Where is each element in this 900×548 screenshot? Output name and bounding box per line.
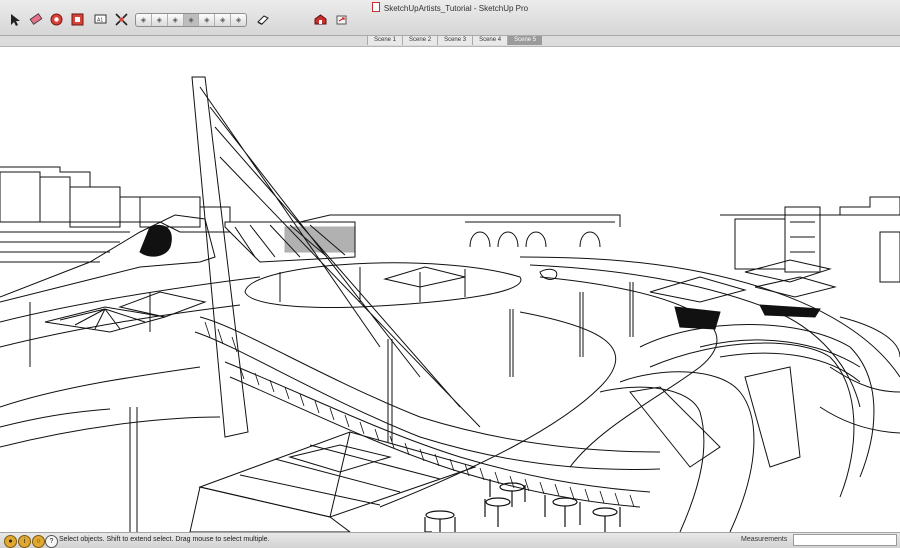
warehouse-tool-button[interactable] — [312, 11, 329, 28]
window-titlebar: SketchUpArtists_Tutorial - SketchUp Pro … — [0, 0, 900, 36]
measurements-input[interactable] — [793, 534, 897, 546]
view-right-button[interactable]: ◈ — [183, 14, 200, 26]
orbit-icon — [50, 13, 63, 26]
section-plane-tool-button[interactable] — [254, 11, 271, 28]
text-icon: A1 — [94, 14, 107, 24]
text-tool-button[interactable]: A1 — [92, 11, 109, 28]
credits-icon[interactable]: i — [18, 535, 31, 548]
eraser-icon — [29, 13, 43, 25]
zoom-extents-icon — [115, 13, 128, 26]
arrow-cursor-icon — [11, 14, 20, 26]
model-line-drawing — [0, 76, 900, 532]
model-viewport[interactable] — [0, 47, 900, 532]
tab-scene-5[interactable]: Scene 5 — [507, 36, 543, 45]
section-icon — [257, 15, 269, 25]
view-back-button[interactable]: ◈ — [199, 14, 216, 26]
share-model-tool-button[interactable] — [333, 11, 350, 28]
select-tool-button[interactable] — [6, 11, 23, 28]
zoom-window-icon — [71, 13, 84, 26]
orbit-tool-button[interactable] — [48, 11, 65, 28]
share-icon — [336, 15, 347, 25]
text-tool-label: A1 — [97, 18, 103, 24]
status-message: Select objects. Shift to extend select. … — [59, 536, 270, 543]
window-title: SketchUpArtists_Tutorial - SketchUp Pro — [0, 2, 900, 13]
window-title-text: SketchUpArtists_Tutorial - SketchUp Pro — [383, 4, 529, 13]
document-icon — [371, 2, 380, 12]
tab-scene-3[interactable]: Scene 3 — [437, 36, 473, 45]
tab-scene-4[interactable]: Scene 4 — [472, 36, 508, 45]
scene-tabs-bar: Scene 1 Scene 2 Scene 3 Scene 4 Scene 5 — [0, 36, 900, 47]
tab-scene-2[interactable]: Scene 2 — [402, 36, 438, 45]
view-iso-button[interactable]: ◈ — [136, 14, 152, 26]
standard-views-segment: ◈ ◈ ◈ ◈ ◈ ◈ ◈ — [135, 13, 247, 27]
zoom-extents-tool-button[interactable] — [113, 11, 130, 28]
eraser-tool-button[interactable] — [27, 11, 44, 28]
measurements-label: Measurements — [741, 536, 788, 543]
user-icon[interactable]: ○ — [32, 535, 45, 548]
view-left-button[interactable]: ◈ — [215, 14, 232, 26]
status-bar: ● i ○ ? Select objects. Shift to extend … — [0, 532, 900, 548]
tab-scene-1[interactable]: Scene 1 — [367, 36, 403, 45]
zoom-window-tool-button[interactable] — [69, 11, 86, 28]
geolocation-icon[interactable]: ● — [4, 535, 17, 548]
view-top-button[interactable]: ◈ — [152, 14, 168, 26]
help-icon[interactable]: ? — [45, 535, 58, 548]
view-bottom-button[interactable]: ◈ — [231, 14, 246, 26]
warehouse-icon — [314, 14, 327, 25]
view-front-button[interactable]: ◈ — [168, 14, 184, 26]
